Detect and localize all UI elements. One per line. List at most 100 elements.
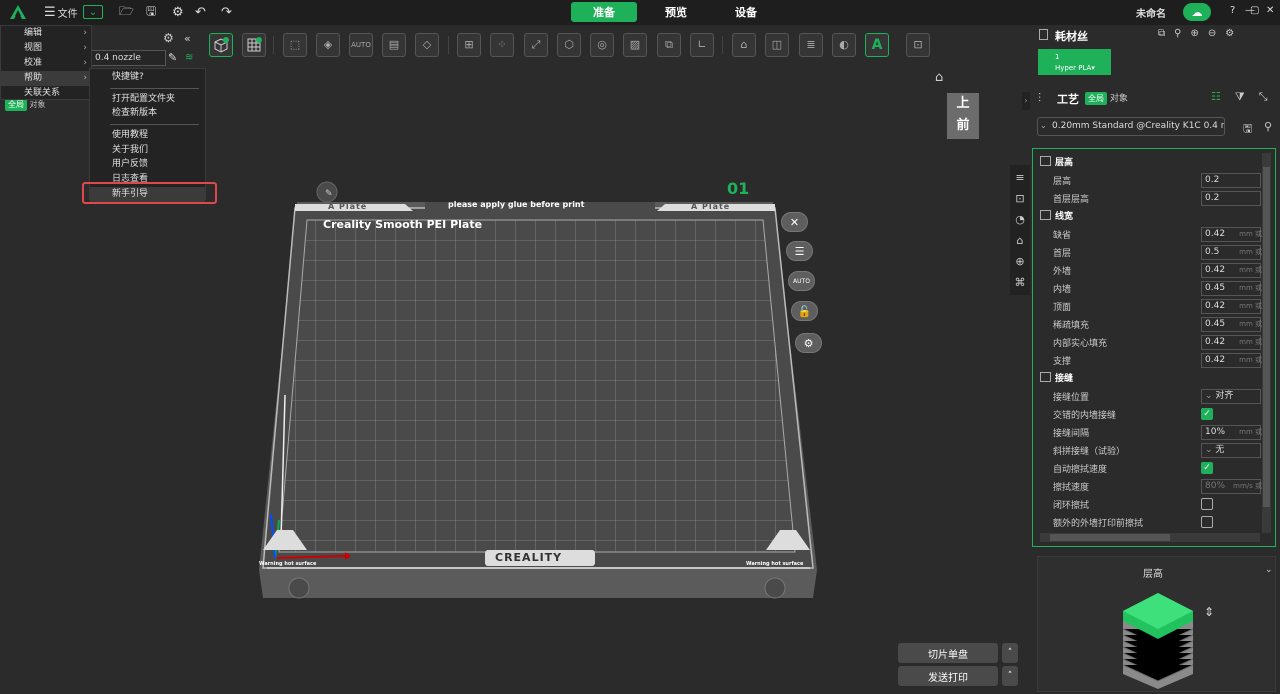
tab-preview[interactable]: 预览 <box>643 2 709 22</box>
plate-settings-list-button[interactable]: ☰ <box>786 241 813 261</box>
settings-horizontal-scrollbar[interactable] <box>1040 533 1260 542</box>
edit-nozzle-button[interactable]: ✎ <box>168 51 177 64</box>
extra-outer-wipe-checkbox[interactable] <box>1201 516 1213 528</box>
menu-item-edit[interactable]: 编辑 › <box>1 26 91 41</box>
spool-icon[interactable]: ⚲ <box>1174 28 1190 39</box>
edit-plate-icon[interactable]: ✎ <box>325 189 333 199</box>
save-button[interactable]: 🖫 <box>146 4 156 21</box>
tab-others-icon[interactable]: ⌘ <box>1013 276 1027 290</box>
first-layer-width-input[interactable]: 0.5 mm 或 <box>1201 245 1262 260</box>
layer-height-input[interactable]: 0.2 <box>1201 173 1261 188</box>
redo-button[interactable]: ↷ <box>221 4 232 21</box>
points-button[interactable]: ⁘ <box>490 33 514 57</box>
tab-speed-icon[interactable]: ◔ <box>1013 213 1027 227</box>
hollow-button[interactable]: ◎ <box>590 33 614 57</box>
view-cube-top[interactable]: 上 <box>947 93 979 115</box>
tab-multimaterial-icon[interactable]: ⊕ <box>1013 255 1027 269</box>
menu-item-check-updates[interactable]: 检查新版本 <box>90 106 205 121</box>
inner-wall-width-input[interactable]: 0.45 mm 或 <box>1201 281 1262 296</box>
tab-object[interactable]: 对象 <box>30 100 46 109</box>
compare-icon[interactable]: ⧩ <box>1235 90 1259 103</box>
cloud-upload-button[interactable]: ☁ <box>1183 3 1211 21</box>
tab-global[interactable]: 全局 <box>1085 92 1107 105</box>
plate-gear-button[interactable]: ⚙ <box>795 333 822 353</box>
color-paint-button[interactable]: ◐ <box>832 33 856 57</box>
staggered-seam-checkbox[interactable]: ✓ <box>1201 408 1213 420</box>
collapse-right-panel-button[interactable]: › <box>1022 92 1030 110</box>
split-button[interactable]: ▤ <box>382 33 406 57</box>
close-window-button[interactable]: ✕ <box>1266 5 1274 16</box>
scrollbar-thumb[interactable] <box>1263 167 1270 507</box>
text-tool-button[interactable]: A <box>865 33 889 57</box>
process-preset-select[interactable]: 0.20mm Standard @Creality K1C 0.4 noz... <box>1037 117 1225 136</box>
help-button[interactable]: ? <box>1230 5 1235 16</box>
menu-item-associations[interactable]: 关联关系 <box>1 86 91 101</box>
chevron-down-icon[interactable]: ⌄ <box>1265 565 1273 575</box>
default-width-input[interactable]: 0.42 mm 或 <box>1201 227 1262 242</box>
add-plate-button[interactable] <box>242 33 266 57</box>
seam-paint-button[interactable]: ◫ <box>765 33 789 57</box>
support-paint-button[interactable]: ⌂ <box>732 33 756 57</box>
undo-button[interactable]: ↶ <box>195 4 206 21</box>
menu-item-open-config-folder[interactable]: 打开配置文件夹 <box>90 92 205 107</box>
paint-button[interactable]: ◇ <box>415 33 439 57</box>
send-options-button[interactable]: ˄ <box>1002 666 1018 686</box>
gear-icon[interactable]: ⚙ <box>1225 28 1243 39</box>
lock-plate-button[interactable]: 🔓 <box>791 301 818 321</box>
menu-item-help[interactable]: 帮助 › <box>1 71 91 86</box>
orient-button[interactable]: ◈ <box>316 33 340 57</box>
dropdown-toggle-button[interactable]: ⌄ <box>83 5 103 19</box>
outer-wall-width-input[interactable]: 0.42 mm 或 <box>1201 263 1262 278</box>
support-width-input[interactable]: 0.42 mm 或 <box>1201 353 1262 368</box>
slice-plate-button[interactable]: 切片单盘 <box>898 643 998 663</box>
internal-solid-infill-width-input[interactable]: 0.42 mm 或 <box>1201 335 1262 350</box>
home-view-button[interactable]: ⌂ <box>935 70 943 85</box>
tab-support-icon[interactable]: ⌂ <box>1013 234 1027 248</box>
filament-slot-1[interactable]: 1 Hyper PLA▾ <box>1038 49 1111 75</box>
printer-settings-button[interactable]: ⚙ <box>163 31 174 45</box>
scarf-seam-select[interactable]: ⌄ 无 <box>1201 443 1261 458</box>
slice-options-button[interactable]: ˄ <box>1002 643 1018 663</box>
add-object-button[interactable] <box>209 33 233 57</box>
tab-object[interactable]: 对象 <box>1110 94 1128 104</box>
send-print-button[interactable]: 发送打印 <box>898 666 998 686</box>
tune-icon[interactable]: ⤡ <box>1259 90 1280 103</box>
add-icon[interactable]: ⊕ <box>1190 28 1207 39</box>
closed-loop-wipe-checkbox[interactable] <box>1201 498 1213 510</box>
top-surface-width-input[interactable]: 0.42 mm 或 <box>1201 299 1262 314</box>
tab-prepare[interactable]: 准备 <box>571 2 637 22</box>
view-cube[interactable]: 上 前 <box>947 93 979 139</box>
assembly-button[interactable]: ⊡ <box>906 33 930 57</box>
menu-item-view[interactable]: 视图 › <box>1 41 91 56</box>
cube-view-button[interactable]: ⬡ <box>557 33 581 57</box>
file-menu-button[interactable]: ☰ 文件 <box>44 4 78 21</box>
arrange-button[interactable]: ⬚ <box>283 33 307 57</box>
measure-button[interactable]: ∟ <box>690 33 714 57</box>
tab-strength-icon[interactable]: ⊡ <box>1013 192 1027 206</box>
settings-vertical-scrollbar[interactable] <box>1262 153 1271 533</box>
open-folder-button[interactable]: 🗁 <box>119 4 134 21</box>
boolean-button[interactable]: ⧉ <box>657 33 681 57</box>
collapse-sidebar-button[interactable]: « <box>184 32 191 45</box>
scale-button[interactable]: ⤢ <box>524 33 548 57</box>
cut-button[interactable]: ▨ <box>623 33 647 57</box>
view-cube-front[interactable]: 前 <box>947 115 979 137</box>
settings-button[interactable]: ⚙ <box>172 4 184 21</box>
layout-button[interactable]: ⊞ <box>457 33 481 57</box>
layer-button[interactable]: ≣ <box>799 33 823 57</box>
wipe-speed-input[interactable]: 80% mm/s 或 <box>1201 479 1262 494</box>
scrollbar-thumb[interactable] <box>1050 534 1170 541</box>
maximize-button[interactable]: ▢ <box>1250 5 1259 16</box>
menu-item-shortcuts[interactable]: 快捷键? <box>90 70 205 85</box>
search-settings-button[interactable]: ⚲ <box>1264 120 1272 133</box>
save-preset-button[interactable]: 🖫 <box>1243 120 1252 139</box>
auto-wipe-speed-checkbox[interactable]: ✓ <box>1201 462 1213 474</box>
seam-position-select[interactable]: ⌄ 对齐 <box>1201 389 1261 404</box>
tab-device[interactable]: 设备 <box>713 2 779 22</box>
sparse-infill-width-input[interactable]: 0.45 mm 或 <box>1201 317 1262 332</box>
sync-icon[interactable]: ⧉ <box>1158 28 1174 39</box>
menu-item-feedback[interactable]: 用户反馈 <box>90 157 205 172</box>
menu-item-calibration[interactable]: 校准 › <box>1 56 91 71</box>
menu-item-tutorial[interactable]: 使用教程 <box>90 128 205 143</box>
remove-icon[interactable]: ⊖ <box>1208 28 1225 39</box>
